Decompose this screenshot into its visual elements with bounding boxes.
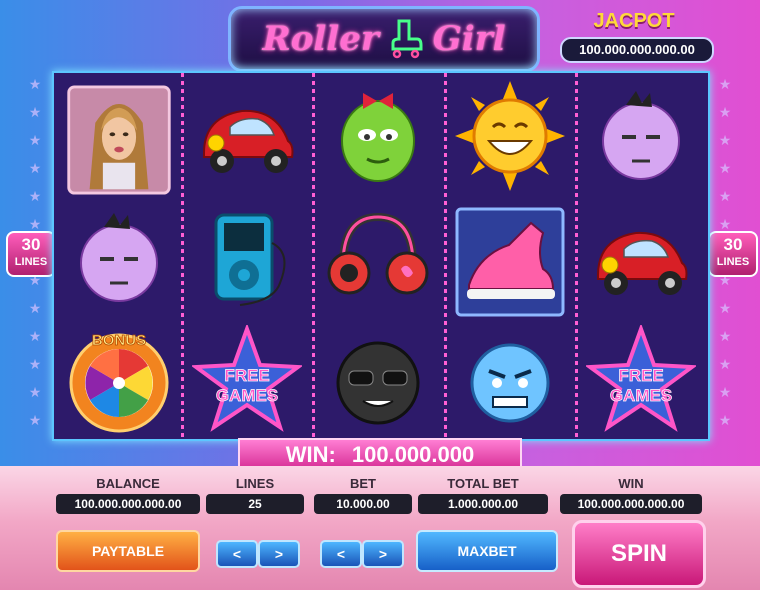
win-value: 100.000.000.000.00	[560, 494, 702, 514]
red-beetle-car-symbol-2	[580, 199, 702, 317]
lines-decrease-button[interactable]: <	[216, 540, 258, 568]
lines-label: LINES	[235, 476, 275, 491]
black-face-sunglasses-icon	[336, 341, 420, 425]
music-player-icon	[214, 213, 286, 306]
total-bet-value: 1.000.000.00	[418, 494, 548, 514]
paytable-button[interactable]: PAYTABLE	[56, 530, 200, 572]
lines-badge-label: LINES	[14, 256, 48, 268]
free-games-line2: GAMES	[610, 386, 672, 405]
balance-label: BALANCE	[96, 476, 160, 491]
balance-value: 100.000.000.000.00	[56, 494, 200, 514]
green-face-symbol	[317, 77, 439, 195]
spin-button[interactable]: SPIN	[572, 520, 706, 588]
blue-angry-face-symbol	[449, 321, 571, 439]
red-car-icon	[203, 109, 294, 173]
green-face-icon	[341, 93, 415, 182]
reel-3	[315, 73, 443, 439]
lines-badge-left: 30 LINES	[6, 231, 56, 277]
sneaker-symbol	[449, 203, 571, 321]
total-bet-label: TOTAL BET	[447, 476, 519, 491]
win-banner-value: 100.000.000	[351, 442, 475, 467]
black-face-symbol	[317, 321, 439, 439]
bet-decrease-button[interactable]: <	[320, 540, 362, 568]
bonus-wheel-icon: BONUS	[69, 332, 169, 433]
win-label: WIN	[618, 476, 644, 491]
blue-angry-face-icon	[470, 343, 550, 423]
reel-area: BONUS FREE GAMES FREE GAMES	[52, 71, 710, 441]
logo-word-2: Girl	[432, 19, 506, 59]
reel-4	[447, 73, 575, 439]
jackpot-title: JACPOT	[593, 10, 675, 32]
bet-value: 10.000.00	[314, 494, 412, 514]
girl-portrait-symbol	[58, 79, 180, 201]
bet-label: BET	[350, 476, 376, 491]
lines-badge-right: 30 LINES	[708, 231, 758, 277]
red-beetle-car-symbol	[186, 77, 308, 195]
headphones-symbol	[317, 199, 439, 317]
free-games-line1: FREE	[618, 366, 663, 385]
bet-increase-button[interactable]: >	[362, 540, 404, 568]
game-logo: Roller Girl	[228, 6, 540, 72]
purple-face-symbol-2	[58, 199, 180, 317]
maxbet-button[interactable]: MAXBET	[416, 530, 558, 572]
lines-badge-number: 30	[723, 235, 743, 254]
reel-2: FREE GAMES	[184, 73, 312, 439]
reel-5: FREE GAMES	[578, 73, 706, 439]
logo-word-1: Roller	[262, 19, 379, 59]
jackpot-value: 100.000.000.000.00	[560, 37, 714, 63]
red-car-icon	[597, 231, 688, 295]
lines-value: 25	[206, 494, 304, 514]
roller-skate-icon	[391, 19, 423, 59]
sun-face-icon	[455, 81, 565, 191]
bonus-text: BONUS	[92, 332, 146, 349]
free-games-star-icon: FREE GAMES	[586, 325, 696, 432]
sun-face-symbol	[449, 77, 571, 195]
headphones-icon	[327, 212, 429, 295]
girl-portrait-icon	[67, 85, 171, 195]
lines-increase-button[interactable]: >	[258, 540, 300, 568]
free-games-line2: GAMES	[216, 386, 278, 405]
win-banner-label: WIN:	[285, 442, 336, 467]
sneaker-icon	[455, 207, 565, 317]
free-games-star-icon: FREE GAMES	[192, 325, 302, 432]
free-games-symbol: FREE GAMES	[186, 321, 308, 439]
music-player-symbol	[186, 199, 308, 317]
purple-face-symbol	[580, 77, 702, 195]
free-games-symbol-2: FREE GAMES	[580, 321, 702, 439]
bonus-wheel-symbol: BONUS	[58, 321, 180, 439]
purple-bored-face-icon	[80, 213, 158, 302]
purple-bored-face-icon	[602, 91, 680, 180]
free-games-line1: FREE	[224, 366, 269, 385]
lines-badge-number: 30	[21, 235, 41, 254]
lines-badge-label: LINES	[716, 256, 750, 268]
